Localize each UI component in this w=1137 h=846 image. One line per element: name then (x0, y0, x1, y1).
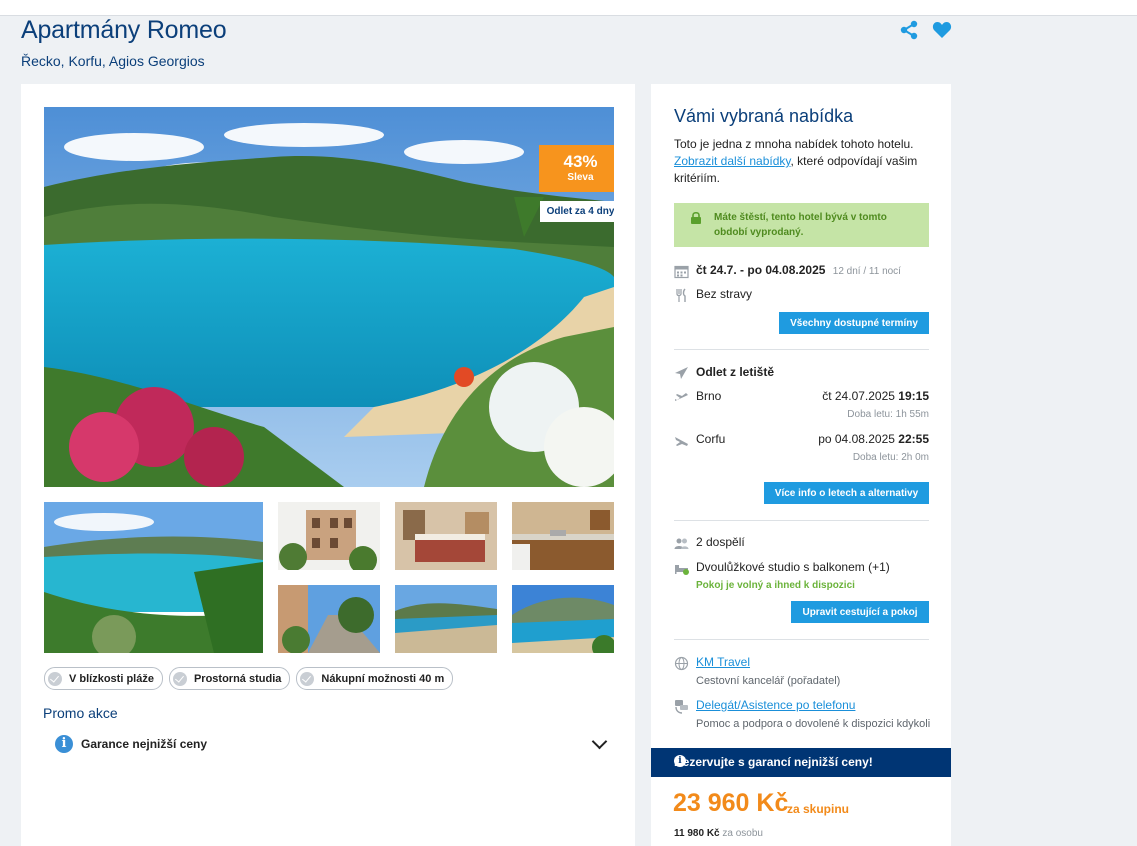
chevron-down-icon[interactable] (591, 733, 608, 750)
trip-dates: čt 24.7. - po 04.08.2025 (696, 263, 826, 277)
price-guarantee-bar: Rezervujte s garancí nejnižší ceny! i (651, 748, 951, 777)
departure-heading-row: Odlet z letiště (674, 365, 774, 379)
people-icon (674, 538, 689, 549)
inbound-city: Corfu (696, 432, 726, 446)
thumbnail-beach-panorama[interactable] (44, 502, 263, 653)
thumbnail-bay[interactable] (512, 585, 614, 653)
price-suffix: za skupinu (787, 802, 850, 816)
divider (674, 520, 929, 521)
info-icon[interactable]: i (674, 755, 686, 767)
check-icon (172, 671, 187, 686)
promo-guarantee-row[interactable]: i Garance nejnižší ceny (55, 733, 608, 754)
discount-label: Sleva (567, 172, 594, 183)
support-row: Delegát/Asistence po telefonu (674, 698, 855, 714)
promo-title: Promo akce (43, 705, 118, 721)
discount-value: 43% (563, 152, 598, 171)
cutlery-icon (676, 288, 686, 302)
discount-badge: 43% Sleva (539, 145, 614, 192)
divider (674, 639, 929, 640)
more-offers-link[interactable]: Zobrazit další nabídky (674, 154, 791, 168)
flight-info-button[interactable]: Více info o letech a alternativy (764, 482, 929, 504)
trip-duration: 12 dní / 11 nocí (832, 266, 901, 277)
room-availability: Pokoj je volný a ihned k dispozici (696, 580, 855, 591)
info-icon: i (55, 735, 73, 753)
plane-landing-icon (675, 437, 688, 446)
departure-heading: Odlet z letiště (696, 365, 775, 379)
room-type: Dvoulůžkové studio s balkonem (+1) (696, 560, 890, 574)
thumbnail-bedroom[interactable] (395, 502, 497, 570)
calendar-icon (674, 265, 689, 279)
support-link[interactable]: Delegát/Asistence po telefonu (696, 698, 855, 712)
agency-link[interactable]: KM Travel (696, 655, 750, 669)
thumbnail-street[interactable] (278, 585, 380, 653)
support-description: Pomoc a podpora o dovolené k dispozici k… (696, 718, 931, 730)
hotel-location: Řecko, Korfu, Agios Georgios (21, 53, 205, 69)
divider (674, 349, 929, 350)
thumbnail-hotel-building[interactable] (278, 502, 380, 570)
edit-travelers-button[interactable]: Upravit cestující a pokoj (791, 601, 929, 623)
check-icon (48, 671, 62, 686)
inbound-date: po 04.08.2025 (818, 432, 895, 446)
globe-icon (674, 656, 689, 671)
feature-chip: V blízkosti pláže (44, 667, 163, 690)
inbound-time: 22:55 (898, 432, 929, 446)
board-type: Bez stravy (696, 287, 753, 301)
travelers-count: 2 dospělí (696, 535, 745, 549)
sellout-notice: Máte štěstí, tento hotel bývá v tomto ob… (674, 203, 929, 247)
inbound-duration: Doba letu: 2h 0m (852, 452, 929, 463)
agency-row: KM Travel (674, 655, 750, 671)
outbound-flight: Brno čt 24.07.2025 19:15 Doba letu: 1h 5… (674, 389, 929, 425)
offer-panel: Vámi vybraná nabídka Toto je jedna z mno… (651, 84, 951, 846)
heart-icon[interactable] (932, 20, 952, 40)
feature-chips: V blízkosti pláže Prostorná studia Nákup… (44, 667, 454, 690)
outbound-time: 19:15 (898, 389, 929, 403)
bed-icon (675, 565, 689, 575)
feature-chip: Prostorná studia (168, 667, 291, 690)
outbound-duration: Doba letu: 1h 55m (847, 409, 929, 420)
plane-icon (675, 367, 688, 379)
offer-title: Vámi vybraná nabídka (674, 106, 854, 126)
support-icon (675, 700, 688, 714)
gallery-panel: 43% Sleva Odlet za 4 dny V blízkosti plá… (21, 84, 635, 846)
share-icon[interactable] (899, 20, 919, 40)
main-photo[interactable]: 43% Sleva Odlet za 4 dny (44, 107, 614, 487)
dates-row: čt 24.7. - po 04.08.2025 12 dní / 11 noc… (674, 263, 929, 279)
plane-takeoff-icon (675, 393, 688, 401)
departure-badge: Odlet za 4 dny (540, 201, 614, 222)
sellout-text: Máte štěstí, tento hotel bývá v tomto ob… (714, 212, 887, 238)
per-person-price: 11 980 Kč za osobu (674, 828, 763, 839)
offer-description: Toto je jedna z mnoha nabídek tohoto hot… (674, 137, 918, 185)
travelers-row: 2 dospělí (674, 535, 745, 549)
guarantee-text: Rezervujte s garancí nejnižší ceny! (674, 755, 873, 769)
top-bar (0, 0, 1137, 16)
outbound-date: čt 24.07.2025 (822, 389, 895, 403)
total-price: 23 960 Kč (673, 789, 789, 817)
outbound-city: Brno (696, 389, 722, 403)
check-icon (300, 671, 315, 686)
feature-chip: Nákupní možnosti 40 m (296, 667, 454, 690)
thumbnail-kitchen[interactable] (512, 502, 614, 570)
hotel-title: Apartmány Romeo (21, 16, 227, 44)
thumbnail-beach[interactable] (395, 585, 497, 653)
agency-role: Cestovní kancelář (pořadatel) (696, 675, 841, 687)
board-row: Bez stravy (674, 287, 753, 302)
room-row: Dvoulůžkové studio s balkonem (+1) (674, 560, 890, 575)
inbound-flight: Corfu po 04.08.2025 22:55 Doba letu: 2h … (674, 432, 929, 468)
all-dates-button[interactable]: Všechny dostupné termíny (779, 312, 929, 334)
promo-guarantee-label: Garance nejnižší ceny (81, 737, 208, 751)
lock-icon (691, 211, 701, 224)
